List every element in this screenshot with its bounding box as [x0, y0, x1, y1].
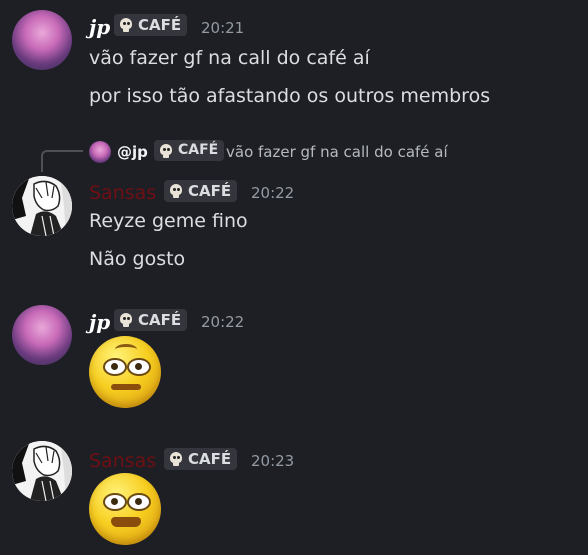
- server-tag[interactable]: CAFÉ: [164, 180, 238, 202]
- server-tag-label: CAFÉ: [138, 16, 182, 34]
- manga-avatar-icon: [12, 176, 72, 236]
- timestamp: 20:22: [201, 313, 245, 331]
- timestamp: 20:21: [201, 19, 245, 37]
- chat-message-list: jp CAFÉ 20:21 vão fazer gf na call do ca…: [0, 0, 588, 555]
- skull-icon: [118, 17, 134, 33]
- eye: [103, 493, 127, 511]
- mouth: [111, 384, 141, 390]
- server-tag[interactable]: CAFÉ: [114, 309, 188, 331]
- avatar[interactable]: [12, 176, 72, 236]
- avatar[interactable]: [12, 10, 72, 70]
- mouth: [111, 517, 141, 527]
- server-tag[interactable]: CAFÉ: [164, 448, 238, 470]
- eye: [103, 358, 127, 376]
- manga-avatar-icon: [12, 441, 72, 501]
- author-name[interactable]: jp: [89, 15, 110, 39]
- raised-eyebrow-emoji[interactable]: [89, 336, 161, 408]
- goofy-face-emoji[interactable]: [89, 473, 161, 545]
- reply-preview-text[interactable]: vão fazer gf na call do café aí: [226, 141, 448, 163]
- server-tag-label: CAFÉ: [188, 450, 232, 468]
- reply-author-name[interactable]: @jp: [117, 141, 148, 163]
- message-text: por isso tão afastando os outros membros: [89, 85, 491, 107]
- skull-icon: [118, 312, 134, 328]
- server-tag[interactable]: CAFÉ: [114, 14, 188, 36]
- reply-avatar[interactable]: [89, 141, 111, 163]
- server-tag-label: CAFÉ: [188, 182, 232, 200]
- skull-icon: [168, 183, 184, 199]
- eyebrow: [115, 344, 137, 355]
- avatar[interactable]: [12, 441, 72, 501]
- author-name[interactable]: jp: [89, 310, 110, 334]
- timestamp: 20:22: [251, 184, 295, 202]
- author-name[interactable]: Sansas: [89, 449, 156, 473]
- reply-spine: [41, 150, 83, 172]
- timestamp: 20:23: [251, 452, 295, 470]
- reply-server-tag[interactable]: CAFÉ: [154, 140, 225, 161]
- message-text: vão fazer gf na call do café aí: [89, 47, 370, 69]
- eye: [127, 358, 151, 376]
- reply-server-tag-label: CAFÉ: [178, 142, 219, 158]
- message-text: Não gosto: [89, 248, 186, 270]
- avatar[interactable]: [12, 305, 72, 365]
- author-name[interactable]: Sansas: [89, 181, 156, 205]
- skull-icon: [168, 451, 184, 467]
- server-tag-label: CAFÉ: [138, 311, 182, 329]
- skull-icon: [158, 143, 174, 159]
- message-text: Reyze geme fino: [89, 210, 248, 232]
- eye: [127, 493, 151, 511]
